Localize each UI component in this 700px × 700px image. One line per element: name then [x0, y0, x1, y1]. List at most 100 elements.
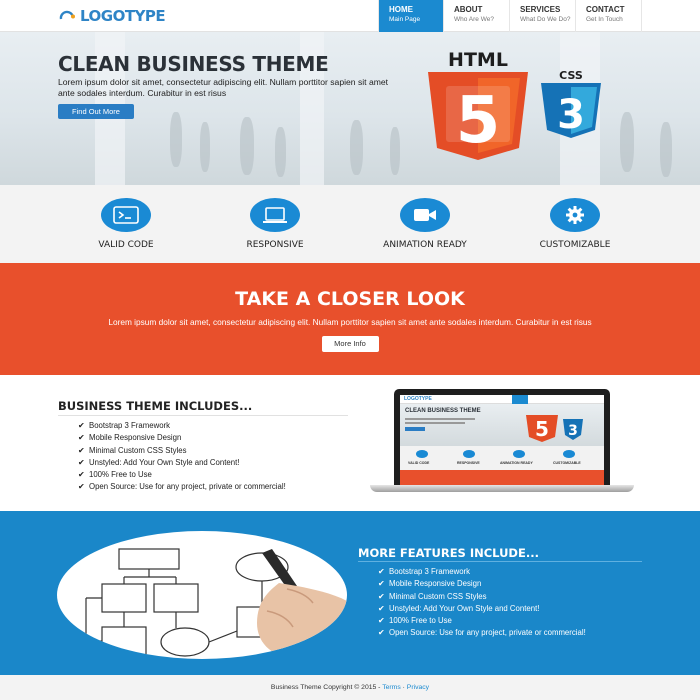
- hero-bg-figure: [200, 122, 210, 172]
- menu-subtitle: Get In Touch: [586, 16, 623, 23]
- menu-subtitle: Who Are We?: [454, 16, 494, 23]
- copyright-text: Business Theme Copyright © 2015 -: [270, 684, 383, 691]
- list-item-text: Mobile Responsive Design: [89, 433, 182, 443]
- list-item-text: Mobile Responsive Design: [389, 579, 482, 589]
- list-item: ✔ 100% Free to Use: [78, 469, 286, 481]
- flowchart-drawing: [85, 548, 347, 659]
- mini-hero-title: CLEAN BUSINESS THEME: [405, 408, 481, 414]
- check-icon: ✔: [78, 445, 85, 455]
- feature-label: VALID CODE: [98, 240, 154, 250]
- privacy-link[interactable]: Privacy: [407, 684, 429, 691]
- footer: Business Theme Copyright © 2015 - Terms …: [0, 675, 700, 700]
- list-item: ✔ Unstyled: Add Your Own Style and Conten…: [78, 457, 286, 469]
- list-item: ✔ Minimal Custom CSS Styles: [378, 591, 586, 603]
- hero-bg-figure: [240, 117, 254, 175]
- mini-features: VALID CODE RESPONSIVE ANIMATION READY CU…: [400, 446, 604, 470]
- list-item-text: Bootstrap 3 Framework: [389, 567, 471, 576]
- menu-item-services[interactable]: SERVICES What Do We Do?: [510, 0, 576, 32]
- feature-label: RESPONSIVE: [246, 240, 304, 250]
- menu-subtitle: What Do We Do?: [520, 16, 571, 23]
- menu-title: HOME: [389, 5, 413, 14]
- closer-look-section: TAKE A CLOSER LOOK Lorem ipsum dolor sit…: [0, 263, 700, 375]
- html5-logo: HTML 5: [428, 49, 528, 160]
- menu-item-home[interactable]: HOME Main Page: [378, 0, 444, 32]
- mini-feature-icon: [563, 450, 575, 458]
- list-item: ✔ Mobile Responsive Design: [78, 432, 286, 444]
- list-item: ✔ Mobile Responsive Design: [378, 578, 586, 590]
- list-item: ✔ Open Source: Use for any project, priva…: [78, 481, 286, 493]
- css3-number: 3: [557, 92, 585, 138]
- terminal-icon: [101, 198, 151, 232]
- menu-item-about[interactable]: ABOUT Who Are We?: [444, 0, 510, 32]
- hero-bg-figure: [170, 112, 182, 167]
- more-info-button[interactable]: More Info: [321, 336, 379, 352]
- list-item: ✔ 100% Free to Use: [378, 615, 586, 627]
- menu-title: CONTACT: [586, 5, 625, 14]
- check-icon: ✔: [78, 433, 85, 443]
- laptop-screen: LOGOTYPE CLEAN BUSINESS THEME 5 3 VALID …: [400, 395, 604, 485]
- list-item: ✔ Minimal Custom CSS Styles: [78, 445, 286, 457]
- html5-number: 5: [456, 84, 501, 158]
- laptop-base: [370, 485, 634, 492]
- hero-text: Lorem ipsum dolor sit amet, consectetur …: [58, 77, 389, 98]
- mini-orange-band: [400, 470, 604, 485]
- includes-title: BUSINESS THEME INCLUDES...: [58, 399, 253, 413]
- closer-title: TAKE A CLOSER LOOK: [235, 288, 465, 310]
- mini-feature-label: CUSTOMIZABLE: [553, 461, 581, 465]
- menu-item-contact[interactable]: CONTACT Get In Touch: [576, 0, 642, 32]
- list-item-text: Unstyled: Add Your Own Style and Content…: [89, 457, 240, 467]
- mini-html5-logo: 5: [526, 415, 558, 442]
- hero-bg-figure: [390, 127, 400, 175]
- menu-title: SERVICES: [520, 5, 561, 14]
- video-camera-icon: [400, 198, 450, 232]
- check-icon: ✔: [78, 421, 85, 430]
- check-icon: ✔: [378, 628, 385, 638]
- includes-list: ✔ Bootstrap 3 Framework ✔ Mobile Responsiv…: [78, 420, 286, 494]
- hero-section: CLEAN BUSINESS THEME Lorem ipsum dolor s…: [0, 32, 700, 185]
- mini-css3-logo: 3: [563, 419, 583, 440]
- list-item-text: Minimal Custom CSS Styles: [89, 445, 187, 455]
- find-out-more-button[interactable]: Find Out More: [58, 104, 134, 119]
- laptop-bezel: LOGOTYPE CLEAN BUSINESS THEME 5 3 VALID …: [394, 389, 610, 485]
- feature-valid-code: VALID CODE: [66, 198, 186, 250]
- list-item-text: Minimal Custom CSS Styles: [389, 591, 487, 601]
- divider: [58, 415, 348, 416]
- menu-subtitle: Main Page: [389, 16, 421, 23]
- list-item: ✔ Bootstrap 3 Framework: [78, 420, 286, 432]
- terms-link[interactable]: Terms: [382, 684, 401, 691]
- feature-label: ANIMATION READY: [383, 240, 467, 250]
- check-icon: ✔: [378, 616, 385, 626]
- mini-logo: LOGOTYPE: [404, 396, 432, 402]
- hand-with-marker: [257, 549, 347, 659]
- more-features-list: ✔ Bootstrap 3 Framework ✔ Mobile Responsiv…: [378, 566, 586, 640]
- list-item: ✔ Open Source: Use for any project, priva…: [378, 627, 586, 639]
- logo[interactable]: LOGOTYPE: [58, 6, 166, 26]
- divider: [358, 561, 642, 562]
- main-menu: HOME Main Page ABOUT Who Are We? SERVICE…: [378, 0, 642, 32]
- logo-text: LOGOTYPE: [80, 7, 166, 25]
- gear-icon: [550, 198, 600, 232]
- mini-feature-icon: [416, 450, 428, 458]
- svg-text:3: 3: [568, 423, 578, 439]
- feature-animation-ready: ANIMATION READY: [365, 198, 485, 250]
- list-item: ✔ Unstyled: Add Your Own Style and Conten…: [378, 603, 586, 615]
- list-item-text: Open Source: Use for any project, privat…: [89, 482, 286, 492]
- menu-title: ABOUT: [454, 5, 483, 14]
- css3-label: CSS: [559, 69, 583, 82]
- mini-feature-icon: [513, 450, 525, 458]
- mini-hero-text: [405, 422, 465, 424]
- mini-hero-text: [405, 418, 475, 420]
- mini-nav-active: [512, 395, 528, 404]
- hero-bg-figure: [275, 127, 286, 177]
- mini-hero-button: [405, 427, 425, 431]
- check-icon: ✔: [378, 591, 385, 601]
- mini-navbar: LOGOTYPE: [400, 395, 604, 404]
- check-icon: ✔: [78, 482, 85, 492]
- mini-feature-label: RESPONSIVE: [457, 461, 480, 465]
- check-icon: ✔: [378, 567, 385, 576]
- laptop-icon: [250, 198, 300, 232]
- list-item-text: 100% Free to Use: [89, 470, 152, 480]
- list-item-text: Unstyled: Add Your Own Style and Content…: [389, 603, 540, 613]
- hero-bg-figure: [620, 112, 634, 172]
- list-item-text: 100% Free to Use: [389, 616, 452, 626]
